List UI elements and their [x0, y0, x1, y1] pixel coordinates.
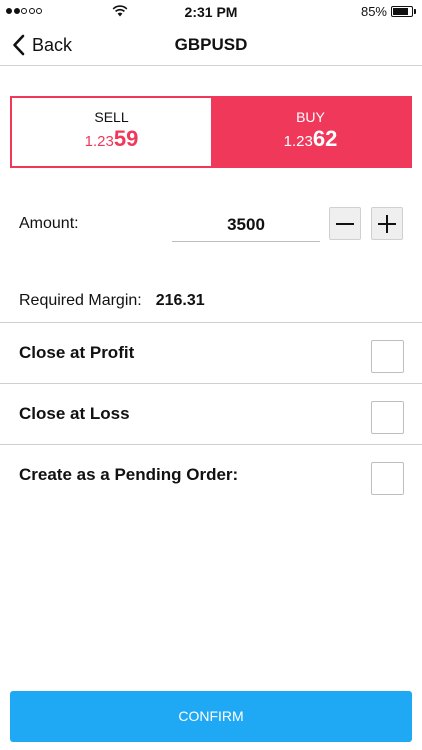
battery-icon	[391, 6, 413, 17]
pending-order-row[interactable]: Create as a Pending Order:	[0, 444, 422, 505]
pending-order-label: Create as a Pending Order:	[19, 465, 239, 484]
battery-percent: 85%	[360, 4, 387, 19]
status-time: 2:31 PM	[184, 4, 238, 20]
battery-tip	[414, 9, 416, 14]
required-margin-label: Required Margin:	[19, 292, 142, 309]
required-margin-value: 216.31	[155, 292, 205, 309]
plus-icon	[378, 214, 396, 233]
buy-button[interactable]: BUY 1.2362	[211, 98, 410, 166]
buy-label: BUY	[296, 109, 325, 125]
sell-price-prefix: 1.23	[84, 133, 114, 150]
status-bar: 2:31 PM 85%	[0, 0, 422, 24]
minus-icon	[336, 222, 354, 225]
back-label: Back	[32, 34, 73, 55]
close-at-loss-checkbox[interactable]	[371, 401, 404, 434]
trade-direction-selector: SELL 1.2359 BUY 1.2362	[10, 96, 412, 168]
sell-price: 1.2359	[12, 126, 211, 152]
close-at-profit-checkbox[interactable]	[371, 340, 404, 373]
sell-price-pips: 59	[113, 126, 139, 151]
increase-amount-button[interactable]	[371, 207, 403, 240]
confirm-button[interactable]: CONFIRM	[10, 691, 412, 742]
buy-price: 1.2362	[211, 126, 410, 152]
sell-label: SELL	[94, 109, 129, 125]
sell-button[interactable]: SELL 1.2359	[12, 98, 211, 166]
close-at-profit-row[interactable]: Close at Profit	[0, 322, 422, 383]
close-at-profit-label: Close at Profit	[19, 343, 135, 362]
pending-order-checkbox[interactable]	[371, 462, 404, 495]
buy-price-pips: 62	[312, 126, 338, 151]
close-at-loss-label: Close at Loss	[19, 404, 130, 423]
amount-input[interactable]	[172, 208, 320, 242]
chevron-left-icon	[13, 34, 25, 56]
decrease-amount-button[interactable]	[329, 207, 361, 240]
close-at-loss-row[interactable]: Close at Loss	[0, 383, 422, 444]
back-button[interactable]: Back	[12, 32, 72, 58]
navigation-bar: Back GBPUSD	[0, 24, 422, 66]
amount-label: Amount:	[19, 215, 79, 232]
required-margin: Required Margin: 216.31	[19, 292, 205, 310]
battery-level	[393, 8, 409, 15]
buy-price-prefix: 1.23	[283, 133, 313, 150]
